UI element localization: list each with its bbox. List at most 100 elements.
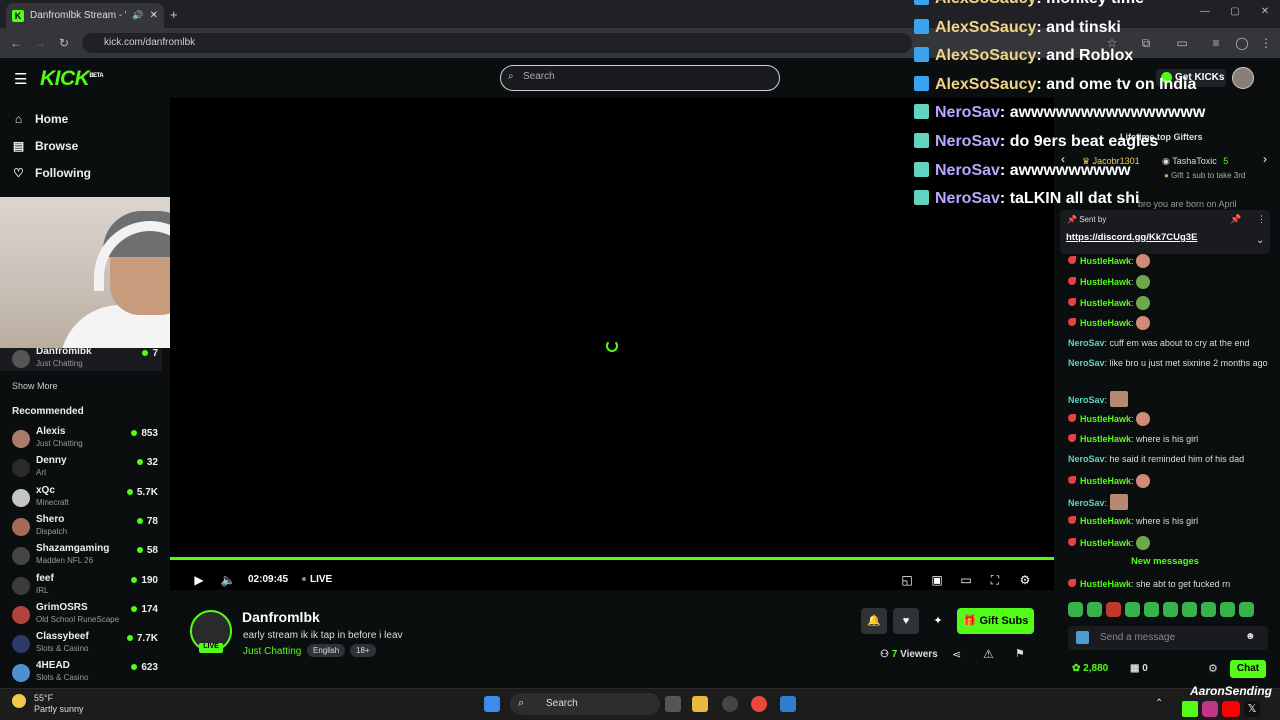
- chat-username[interactable]: HustleHawk: [1080, 476, 1131, 486]
- recommended-channel[interactable]: Shero Dispatch 78: [12, 514, 162, 542]
- recommended-channel[interactable]: 4HEAD Slots & Casino 623: [12, 660, 162, 688]
- chat-username[interactable]: NeroSav: [1068, 358, 1105, 368]
- app-icon[interactable]: [780, 696, 796, 712]
- reload-icon[interactable]: ↻: [56, 35, 72, 51]
- emote-icon[interactable]: [1125, 602, 1140, 617]
- fullscreen-icon[interactable]: ⛶: [987, 572, 1003, 588]
- start-menu-icon[interactable]: [484, 696, 500, 712]
- chat-username[interactable]: HustleHawk: [1080, 414, 1131, 424]
- show-more-link[interactable]: Show More: [12, 381, 58, 391]
- recommended-channel[interactable]: feef IRL 190: [12, 573, 162, 601]
- tray-chevron-icon[interactable]: ⌃: [1155, 698, 1163, 709]
- tag-language[interactable]: English: [307, 644, 346, 657]
- sidebar-item-browse[interactable]: ▤ Browse: [12, 139, 79, 153]
- emote-icon[interactable]: [1201, 602, 1216, 617]
- channel-points[interactable]: ✿ 2,880: [1072, 663, 1108, 674]
- volume-icon[interactable]: 🔈: [220, 572, 236, 588]
- back-icon[interactable]: ←: [8, 35, 24, 51]
- hamburger-menu-icon[interactable]: ☰: [14, 70, 27, 88]
- extensions-icon[interactable]: ⧉: [1138, 35, 1154, 51]
- close-tab-icon[interactable]: ✕: [150, 10, 158, 21]
- maximize-icon[interactable]: ▢: [1228, 6, 1242, 20]
- chat-username[interactable]: HustleHawk: [1080, 277, 1131, 287]
- chat-username[interactable]: NeroSav: [1068, 454, 1105, 464]
- recommended-channel[interactable]: Alexis Just Chatting 853: [12, 426, 162, 454]
- chat-username[interactable]: HustleHawk: [1080, 298, 1131, 308]
- recommended-channel[interactable]: Shazamgaming Madden NFL 26 58: [12, 543, 162, 571]
- pinned-menu-icon[interactable]: ⋮: [1257, 214, 1266, 225]
- recommended-channel[interactable]: GrimOSRS Old School RuneScape 174: [12, 602, 162, 630]
- sidebar-item-home[interactable]: ⌂ Home: [12, 112, 68, 126]
- forward-icon[interactable]: →: [32, 35, 48, 51]
- expand-pinned-icon[interactable]: ⌄: [1256, 235, 1264, 246]
- emote-icon[interactable]: [1144, 602, 1159, 617]
- unpin-icon[interactable]: 📌: [1230, 214, 1241, 225]
- new-messages-divider[interactable]: New messages: [1060, 556, 1270, 567]
- user-avatar[interactable]: [1232, 67, 1254, 89]
- emoji-picker-icon[interactable]: ☻: [1245, 631, 1256, 642]
- video-progress-bar[interactable]: [170, 557, 1054, 560]
- follow-heart-button[interactable]: ♥: [893, 608, 919, 634]
- miniplayer-icon[interactable]: ◱: [899, 572, 915, 588]
- chat-username[interactable]: HustleHawk: [1080, 538, 1131, 548]
- theater-mode-icon[interactable]: ▣: [929, 572, 945, 588]
- emote-icon[interactable]: [1163, 602, 1178, 617]
- emote-icon[interactable]: [1068, 602, 1083, 617]
- recommended-channel[interactable]: xQc Minecraft 5.7K: [12, 485, 162, 513]
- chat-username[interactable]: HustleHawk: [1080, 256, 1131, 266]
- channel-name-title[interactable]: Danfromlbk: [242, 609, 320, 625]
- cast-icon[interactable]: ▭: [1174, 35, 1190, 51]
- gifters-next-icon[interactable]: ›: [1263, 152, 1267, 166]
- play-icon[interactable]: ▶: [191, 572, 207, 588]
- task-view-icon[interactable]: [665, 696, 681, 712]
- settings-gear-icon[interactable]: ⚙: [1017, 572, 1033, 588]
- media-icon[interactable]: ≡: [1208, 35, 1224, 51]
- recommended-channel[interactable]: Denny Art 32: [12, 455, 162, 483]
- clip-icon[interactable]: ▭: [958, 572, 974, 588]
- share-icon[interactable]: ⋖: [952, 648, 961, 661]
- kick-logo[interactable]: KICKBETA: [40, 67, 104, 91]
- browser-menu-icon[interactable]: ⋮: [1258, 35, 1274, 51]
- notification-bell-button[interactable]: 🔔: [861, 608, 887, 634]
- search-input[interactable]: Search: [500, 65, 780, 91]
- chat-username[interactable]: NeroSav: [1068, 338, 1105, 348]
- emote-icon[interactable]: [1087, 602, 1102, 617]
- chat-username[interactable]: HustleHawk: [1080, 318, 1131, 328]
- browser-tab[interactable]: K Danfromlbk Stream - Watch 🔊 ✕: [6, 3, 164, 28]
- minimize-icon[interactable]: —: [1198, 6, 1212, 20]
- stream-category-link[interactable]: Just Chatting: [243, 646, 301, 657]
- emote-icon[interactable]: [1220, 602, 1235, 617]
- tag-age[interactable]: 18+: [350, 644, 376, 657]
- chat-username[interactable]: NeroSav: [1068, 498, 1105, 508]
- audio-icon[interactable]: 🔊: [132, 10, 143, 21]
- close-window-icon[interactable]: ✕: [1258, 6, 1272, 20]
- gift-subs-button[interactable]: 🎁 Gift Subs: [957, 608, 1034, 634]
- chat-message-input[interactable]: Send a message: [1068, 626, 1268, 650]
- recommended-channel[interactable]: Classybeef Slots & Casino 7.7K: [12, 631, 162, 659]
- sparkle-button[interactable]: ✦: [925, 608, 951, 634]
- taskbar-search[interactable]: Search: [510, 693, 660, 715]
- chat-username[interactable]: HustleHawk: [1080, 434, 1131, 444]
- steam-icon[interactable]: [722, 696, 738, 712]
- profile-icon[interactable]: ◯: [1234, 35, 1250, 51]
- chat-username[interactable]: HustleHawk: [1080, 579, 1131, 589]
- chat-username[interactable]: HustleHawk: [1080, 516, 1131, 526]
- report-icon[interactable]: ⚠: [983, 647, 994, 661]
- subs-counter[interactable]: ▦ 0: [1130, 663, 1148, 674]
- top-gifter-2[interactable]: ◉ TashaToxic 5: [1162, 156, 1228, 167]
- send-chat-button[interactable]: Chat: [1230, 660, 1266, 678]
- more-options-icon[interactable]: ⚑: [1015, 647, 1025, 660]
- file-explorer-icon[interactable]: [692, 696, 708, 712]
- sidebar-item-following[interactable]: ♡ Following: [12, 166, 91, 180]
- new-tab-button[interactable]: +: [170, 7, 178, 22]
- chrome-icon[interactable]: [751, 696, 767, 712]
- emote-icon[interactable]: [1182, 602, 1197, 617]
- pinned-discord-link[interactable]: https://discord.gg/Kk7CUg3E: [1066, 232, 1197, 243]
- emote-icon[interactable]: [1106, 602, 1121, 617]
- chat-username[interactable]: NeroSav: [1068, 395, 1105, 405]
- weather-widget[interactable]: 55°F Partly sunny: [34, 693, 84, 715]
- url-field[interactable]: kick.com/danfromlbk: [82, 33, 912, 53]
- emote-icon[interactable]: [1239, 602, 1254, 617]
- chat-settings-icon[interactable]: ⚙: [1208, 662, 1218, 675]
- following-channel[interactable]: Danfromlbk Just Chatting 7: [12, 346, 162, 374]
